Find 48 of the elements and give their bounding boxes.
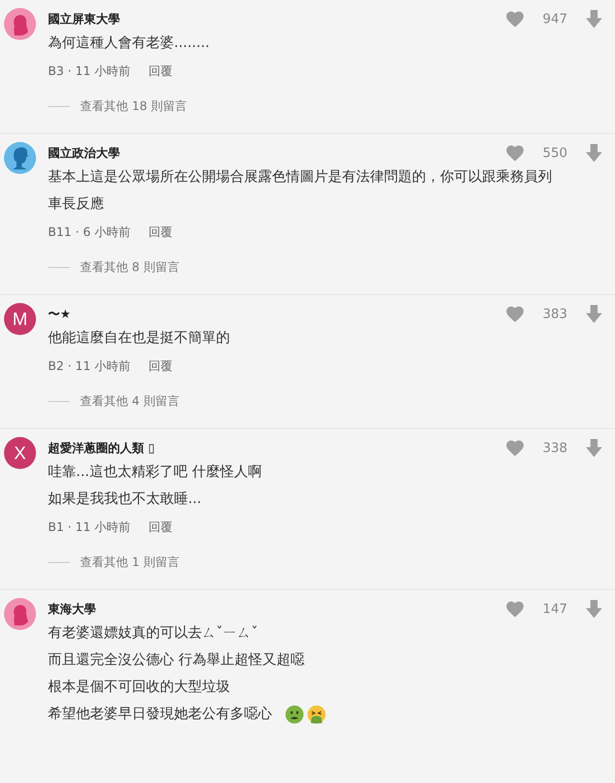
heart-icon[interactable]	[505, 144, 525, 162]
post-info: B11 · 6 小時前	[48, 224, 130, 240]
down-arrow-icon[interactable]	[585, 9, 603, 29]
heart-icon[interactable]	[505, 10, 525, 28]
avatar-icon	[4, 598, 36, 630]
post-info: B3 · 11 小時前	[48, 62, 130, 80]
reply-link[interactable]: 回覆	[148, 62, 172, 80]
reply-link[interactable]: 回覆	[148, 224, 172, 240]
post-info: B2 · 11 小時前	[48, 358, 130, 374]
author-name: 東海大學	[48, 600, 96, 618]
comment-text: 希望他老婆早日發現她老公有多噁心	[48, 705, 273, 724]
vomiting-face-icon	[307, 705, 326, 724]
comment-text: 如果是我我也不太敢睡...	[48, 490, 202, 509]
comment-text: 為何這種人會有老婆........	[48, 34, 211, 53]
nauseated-face-icon	[285, 705, 304, 724]
view-replies-link[interactable]: 查看其他 18 則留言	[80, 98, 187, 114]
post-info: B1 · 11 小時前	[48, 518, 130, 536]
down-arrow-icon[interactable]	[585, 304, 603, 324]
heart-icon[interactable]	[505, 600, 525, 618]
like-count: 947	[542, 12, 568, 26]
like-count: 147	[542, 602, 568, 616]
comment-text: 基本上這是公眾場所在公開場合展露色情圖片是有法律問題的，你可以跟乘務員列車長反應	[48, 168, 553, 214]
reply-link[interactable]: 回覆	[148, 518, 172, 536]
reply-link[interactable]: 回覆	[148, 358, 172, 374]
view-replies-link[interactable]: 查看其他 1 則留言	[80, 554, 180, 570]
author-name: 超愛洋蔥圈的人類 ▯	[48, 440, 155, 456]
down-arrow-icon[interactable]	[585, 599, 603, 619]
like-count: 338	[542, 440, 568, 456]
heart-icon[interactable]	[505, 439, 525, 457]
comment-text: 有老婆還嫖妓真的可以去ㄙˇㄧㄙˇ	[48, 624, 259, 643]
like-count: 383	[542, 306, 568, 322]
like-count: 550	[542, 146, 568, 160]
author-name: 國立政治大學	[48, 144, 120, 162]
heart-icon[interactable]	[505, 305, 525, 323]
comment-text: 哇靠...這也太精彩了吧 什麼怪人啊	[48, 463, 263, 482]
avatar-letter: X	[4, 437, 36, 469]
view-replies-link[interactable]: 查看其他 8 則留言	[80, 258, 180, 276]
view-replies-link[interactable]: 查看其他 4 則留言	[80, 392, 180, 410]
avatar-icon	[4, 142, 36, 174]
comment-text: 根本是個不可回收的大型垃圾	[48, 678, 231, 697]
avatar-letter: M	[4, 303, 36, 335]
down-arrow-icon[interactable]	[585, 143, 603, 163]
author-name: 〜★	[48, 306, 71, 322]
comment-text: 他能這麼自在也是挺不簡單的	[48, 329, 231, 348]
author-name: 國立屏東大學	[48, 10, 120, 28]
down-arrow-icon[interactable]	[585, 438, 603, 458]
avatar-icon	[4, 8, 36, 40]
comment-text: 而且還完全沒公德心 行為舉止超怪又超噁	[48, 651, 306, 670]
